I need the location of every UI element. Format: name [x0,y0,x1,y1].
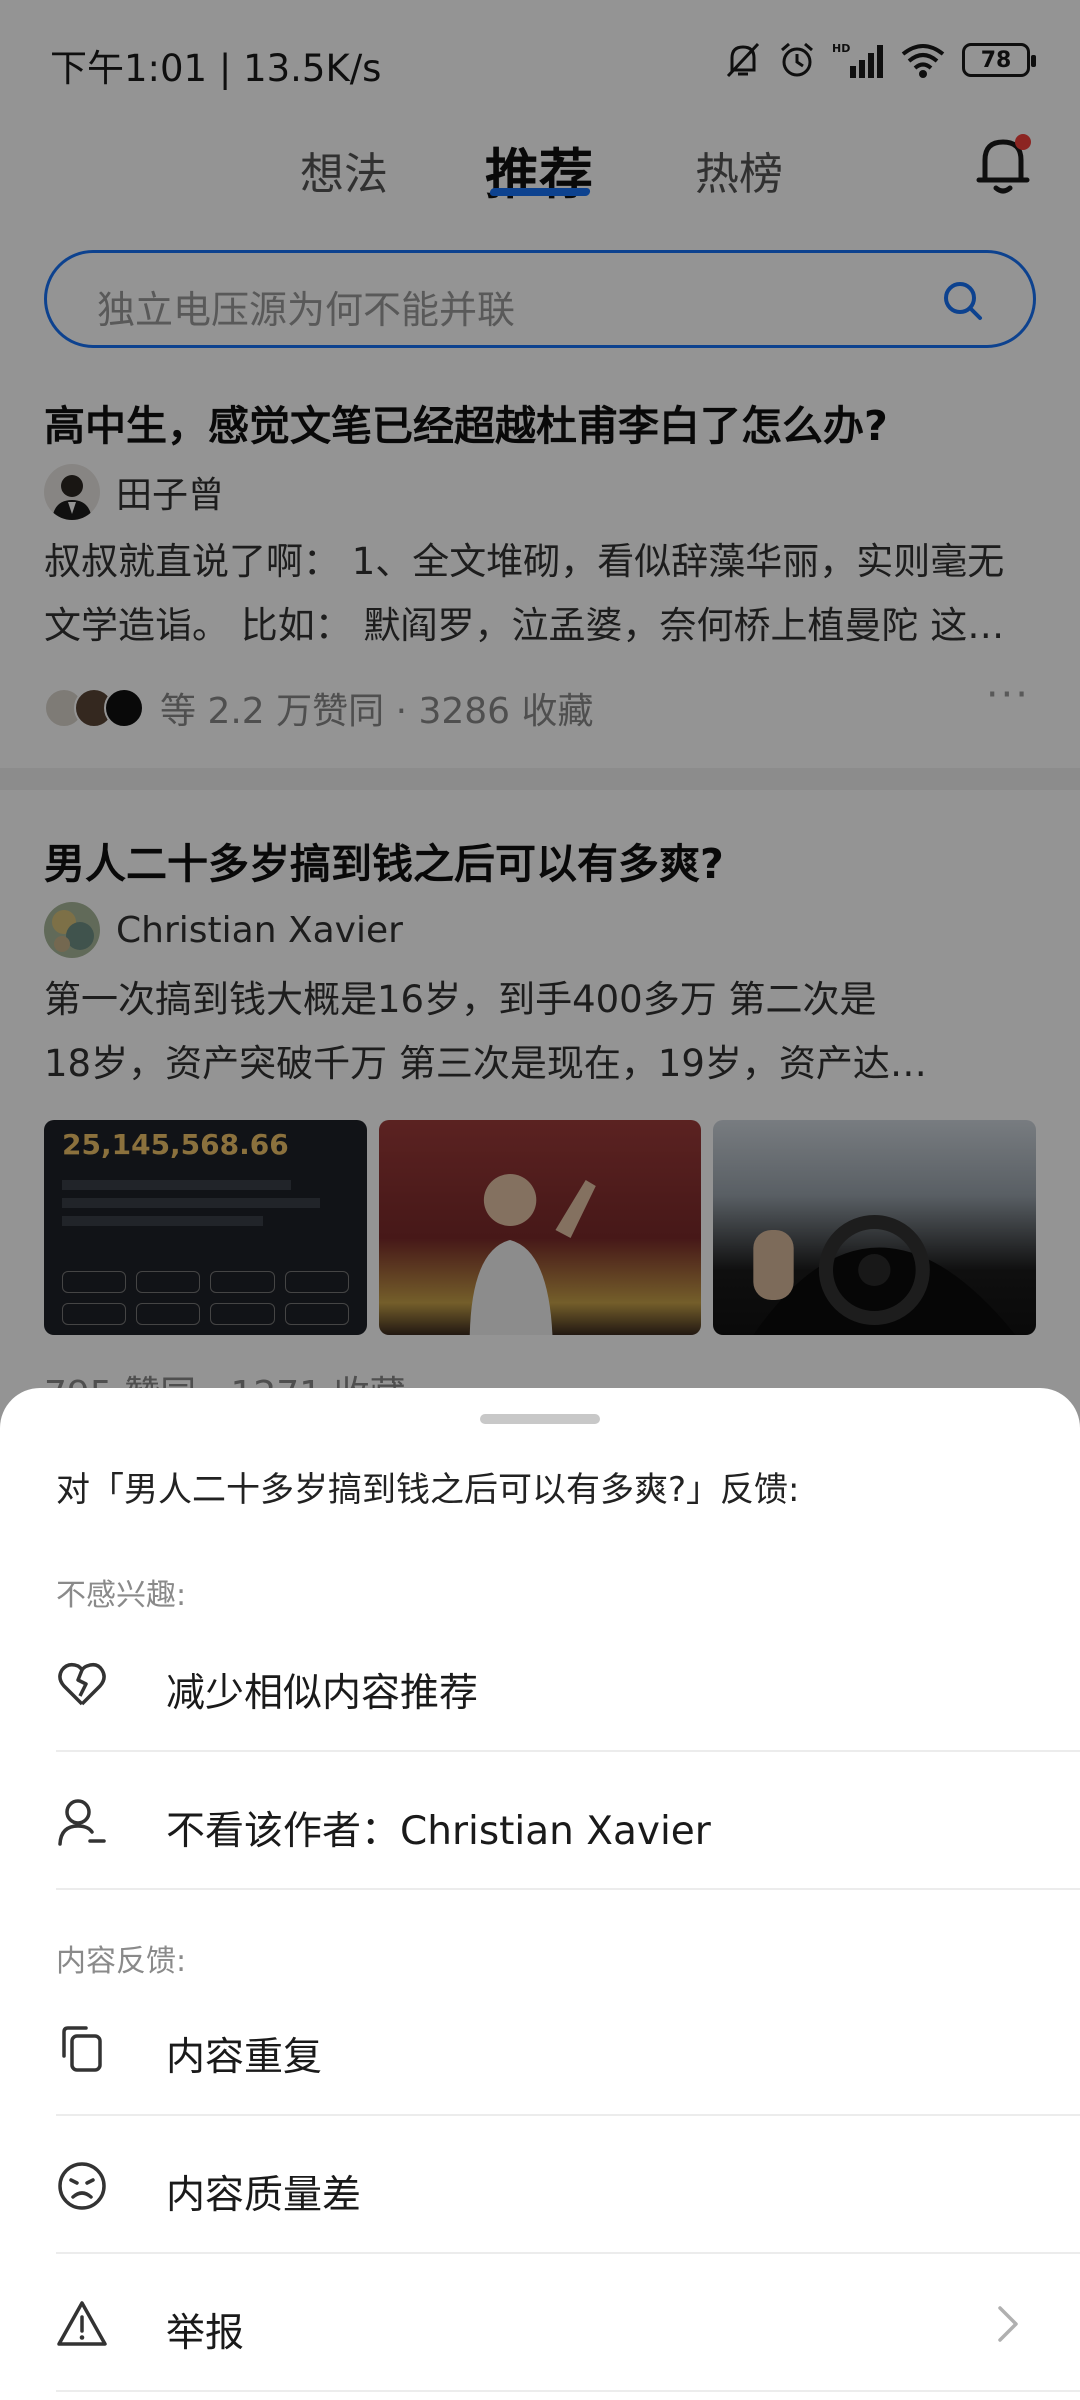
row-label: 不看该作者：Christian Xavier [166,1809,711,1854]
row-divider [56,1888,1080,1890]
block-author-button[interactable]: 不看该作者：Christian Xavier [0,1752,1080,1890]
duplicate-content-button[interactable]: 内容重复 [0,1978,1080,2116]
reduce-similar-button[interactable]: 减少相似内容推荐 [0,1614,1080,1752]
copy-icon [62,2026,102,2072]
section-content-feedback: 内容反馈: [56,1944,187,1979]
broken-heart-icon [58,1662,106,1706]
feedback-sheet: 对「男人二十多岁搞到钱之后可以有多爽?」反馈: 不感兴趣: 减少相似内容推荐 不… [0,1388,1080,2400]
user-minus-icon [58,1799,106,1846]
row-divider [56,2390,1080,2392]
row-label: 减少相似内容推荐 [166,1671,479,1716]
low-quality-button[interactable]: 内容质量差 [0,2116,1080,2254]
chevron-right-icon [998,2306,1018,2342]
warning-triangle-icon [57,2301,107,2346]
row-label: 内容质量差 [166,2173,362,2218]
section-not-interested: 不感兴趣: [56,1578,187,1613]
sheet-grabber[interactable] [480,1414,600,1424]
report-button[interactable]: 举报 [0,2254,1080,2392]
row-label: 举报 [166,2311,245,2356]
frown-face-icon [58,2162,106,2210]
row-label: 内容重复 [166,2035,323,2080]
sheet-heading: 对「男人二十多岁搞到钱之后可以有多爽?」反馈: [56,1470,800,1510]
